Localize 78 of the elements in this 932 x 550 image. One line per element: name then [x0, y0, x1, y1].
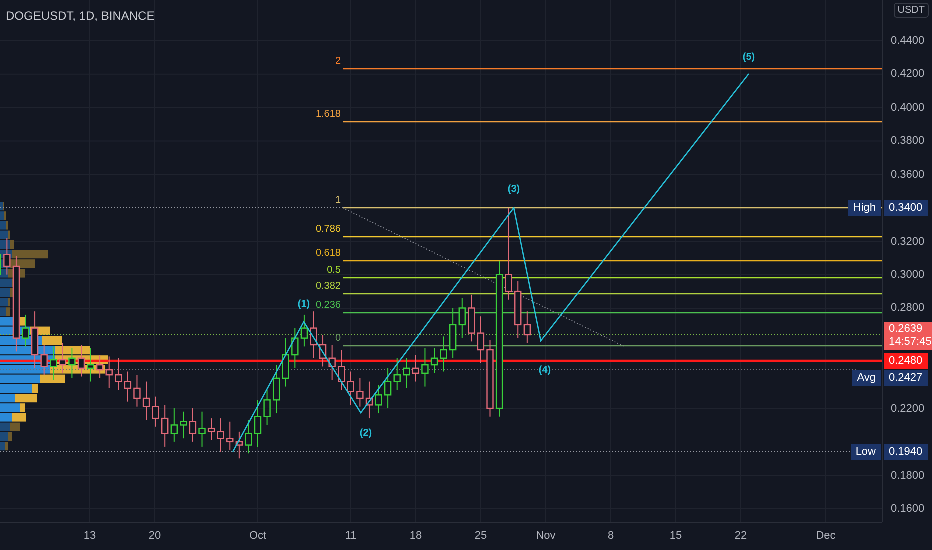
fib-level-label: 0.786 [316, 224, 341, 235]
wave-label: (2) [360, 428, 372, 439]
candle [217, 418, 224, 452]
price-tag-label: High [848, 200, 881, 216]
fib-level-label: 0.382 [316, 281, 341, 292]
candle [310, 311, 318, 359]
price-tick: 0.3600 [891, 168, 925, 181]
date-tick: 20 [148, 530, 162, 542]
price-tick: 0.4200 [891, 68, 925, 80]
candle [22, 314, 30, 348]
currency-label[interactable]: USDT [894, 3, 929, 18]
fib-level-label: 0 [335, 333, 341, 344]
candle [59, 342, 66, 374]
price-tick: 0.1600 [891, 503, 925, 516]
date-tick: Nov [536, 530, 556, 542]
candle [68, 348, 76, 379]
price-tag-label: Avg [852, 370, 881, 386]
fib-level-label: 0.236 [316, 300, 341, 311]
price-value-tag: 0.2427 [884, 370, 928, 386]
candle [403, 358, 410, 389]
fib-level-label: 0.618 [316, 248, 341, 259]
candle [292, 328, 299, 369]
candle [50, 346, 58, 381]
fib-level-label: 0.5 [327, 265, 341, 276]
fib-level-label: 1 [335, 195, 341, 206]
symbol-title: DOGEUSDT, 1D, BINANCE [6, 9, 155, 23]
candle [430, 348, 438, 374]
candle [31, 311, 39, 369]
candle [115, 358, 122, 391]
date-tick: Oct [249, 530, 267, 542]
wave-label: (1) [298, 299, 310, 310]
date-tick: Dec [816, 530, 836, 542]
price-tick: 0.2200 [891, 402, 925, 415]
candle [245, 420, 252, 454]
date-tick: 11 [345, 530, 357, 542]
price-tick: 0.3000 [891, 269, 925, 281]
candle [236, 431, 244, 460]
candle [338, 350, 346, 391]
date-tick: 18 [410, 530, 422, 542]
price-tag-label: Low [850, 444, 881, 460]
price-value-tag: 0.3400 [884, 200, 928, 216]
date-tick: 13 [84, 530, 96, 542]
fib-level-label: 1.618 [316, 109, 341, 120]
candle [106, 356, 113, 389]
candle [208, 418, 216, 441]
candle [180, 411, 188, 440]
date-tick: 22 [734, 530, 748, 542]
wave-label: (5) [742, 52, 756, 63]
candle [524, 311, 531, 344]
candle [300, 314, 308, 348]
candle [78, 344, 86, 378]
price-tick: 0.4000 [891, 102, 925, 114]
candle [282, 338, 290, 388]
candle [328, 344, 336, 381]
candle [198, 411, 206, 448]
candle [124, 371, 132, 402]
candle [40, 344, 48, 376]
date-tick: 8 [608, 530, 614, 542]
price-tick: 0.2800 [891, 302, 925, 314]
candle [394, 358, 401, 391]
wave-label: (4) [538, 365, 552, 376]
candle [319, 334, 327, 368]
line-price-tag: 0.2480 [884, 353, 928, 369]
candle [226, 421, 234, 451]
date-tick: 15 [670, 530, 682, 542]
price-tick: 0.1800 [891, 470, 925, 482]
price-tick: 0.4400 [891, 35, 925, 47]
date-tick: 25 [474, 530, 488, 542]
candle [4, 238, 11, 276]
wave-label: (3) [508, 184, 520, 195]
candle [422, 348, 429, 388]
fib-level-label: 2 [335, 56, 341, 67]
last-price-tag: 0.2639 14:57:45 [884, 322, 932, 350]
price-value-tag: 0.1940 [884, 444, 928, 460]
price-tick: 0.3800 [891, 135, 925, 148]
candle [96, 354, 104, 379]
price-tick: 0.3200 [891, 236, 925, 248]
candle [440, 336, 448, 372]
